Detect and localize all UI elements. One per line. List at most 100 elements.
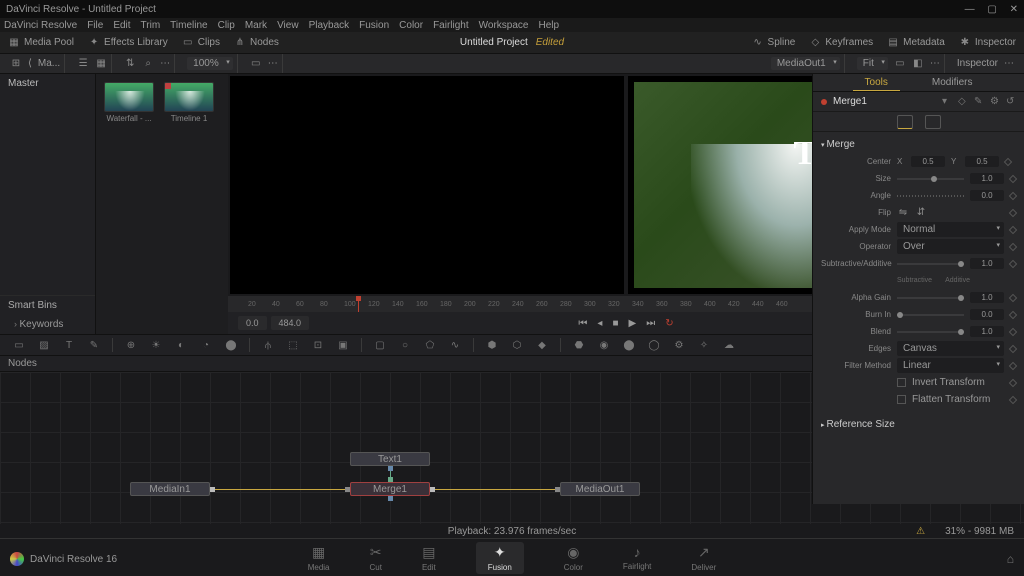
- background-tool-icon[interactable]: ▭: [12, 338, 26, 352]
- stop-icon[interactable]: ■: [612, 318, 618, 329]
- play-icon[interactable]: ▶: [628, 318, 636, 329]
- subadd-input[interactable]: 1.0: [970, 258, 1004, 269]
- tab-effects-library[interactable]: ✦Effects Library: [88, 37, 168, 49]
- menu-item[interactable]: Fairlight: [433, 20, 469, 31]
- home-icon[interactable]: ⌂: [1007, 552, 1014, 566]
- timecode-in[interactable]: 0.0: [238, 316, 267, 330]
- minimize-icon[interactable]: —: [965, 4, 975, 15]
- edges-dropdown[interactable]: Canvas: [897, 341, 1004, 356]
- prev-frame-icon[interactable]: ◂: [597, 318, 602, 329]
- maximize-icon[interactable]: ▢: [987, 4, 996, 15]
- fit-dropdown[interactable]: Fit: [857, 57, 888, 70]
- resize-tool-icon[interactable]: ⊡: [311, 338, 325, 352]
- controls-tab-icon[interactable]: [897, 115, 913, 129]
- polygon-mask-icon[interactable]: ⬠: [423, 338, 437, 352]
- tracker-tool-icon[interactable]: ⊕: [124, 338, 138, 352]
- lock-icon[interactable]: ✎: [974, 96, 984, 107]
- flip-v-icon[interactable]: ⇵: [915, 207, 927, 219]
- playhead[interactable]: [358, 296, 359, 312]
- page-fusion[interactable]: ✦Fusion: [476, 542, 524, 574]
- clip-thumbnail[interactable]: Waterfall - ...: [104, 82, 154, 123]
- settings-icon[interactable]: ⚙: [990, 96, 1000, 107]
- burn-input[interactable]: 0.0: [970, 309, 1004, 320]
- menu-item[interactable]: Edit: [113, 20, 130, 31]
- blur-tool-icon[interactable]: ⬤: [224, 338, 238, 352]
- size-input[interactable]: 1.0: [970, 173, 1004, 184]
- page-cut[interactable]: ✂Cut: [370, 544, 382, 572]
- matte-tool-icon[interactable]: ▣: [336, 338, 350, 352]
- timeline-thumbnail[interactable]: Timeline 1: [164, 82, 214, 123]
- color-tool-icon[interactable]: ◔: [199, 338, 213, 352]
- node-merge[interactable]: Merge1: [350, 482, 430, 496]
- viewer-options-icon[interactable]: ▭: [894, 58, 906, 70]
- first-frame-icon[interactable]: ⏮: [578, 318, 587, 329]
- page-fairlight[interactable]: ♪Fairlight: [623, 544, 651, 571]
- center-y-input[interactable]: 0.5: [965, 156, 999, 167]
- angle-input[interactable]: 0.0: [970, 190, 1004, 201]
- reset-icon[interactable]: ↺: [1006, 96, 1016, 107]
- pin-icon[interactable]: ◇: [958, 96, 968, 107]
- merge-section-header[interactable]: Merge: [813, 136, 1024, 153]
- blend-input[interactable]: 1.0: [970, 326, 1004, 337]
- page-media[interactable]: ▦Media: [308, 544, 330, 572]
- inspector-tab-tools[interactable]: Tools: [853, 75, 900, 91]
- bspline-mask-icon[interactable]: ∿: [448, 338, 462, 352]
- menu-item[interactable]: View: [277, 20, 299, 31]
- menu-item[interactable]: Timeline: [170, 20, 207, 31]
- brightness-tool-icon[interactable]: ☀: [149, 338, 163, 352]
- menu-item[interactable]: DaVinci Resolve: [4, 20, 77, 31]
- tab-inspector[interactable]: ✱Inspector: [959, 37, 1016, 49]
- versions-icon[interactable]: ▾: [942, 96, 952, 107]
- flatten-checkbox[interactable]: [897, 395, 906, 404]
- sort-icon[interactable]: ⇅: [124, 58, 136, 70]
- apply-mode-dropdown[interactable]: Normal: [897, 222, 1004, 237]
- warning-icon[interactable]: ⚠: [916, 526, 925, 537]
- master-bin[interactable]: Master: [0, 74, 95, 93]
- node-enable-toggle[interactable]: [821, 99, 827, 105]
- list-view-icon[interactable]: ☰: [77, 58, 89, 70]
- keyframe-icon[interactable]: [1004, 157, 1012, 165]
- rectangle-mask-icon[interactable]: ▢: [373, 338, 387, 352]
- angle-dial[interactable]: [897, 195, 964, 197]
- reference-size-header[interactable]: Reference Size: [813, 416, 1024, 433]
- transform-tool-icon[interactable]: ⬚: [286, 338, 300, 352]
- tab-keyframes[interactable]: ◇Keyframes: [809, 37, 873, 49]
- settings-tab-icon[interactable]: [925, 115, 941, 129]
- burn-slider[interactable]: [897, 314, 964, 316]
- filter-dropdown[interactable]: Linear: [897, 358, 1004, 373]
- node-mediain[interactable]: MediaIn1: [130, 482, 210, 496]
- tab-clips[interactable]: ▭Clips: [182, 37, 220, 49]
- search-icon[interactable]: ⌕: [142, 58, 154, 70]
- size-slider[interactable]: [897, 178, 964, 180]
- page-deliver[interactable]: ↗Deliver: [691, 544, 716, 572]
- view-icon[interactable]: ▭: [250, 58, 262, 70]
- text-tool-icon[interactable]: T: [62, 338, 76, 352]
- menu-item[interactable]: Playback: [309, 20, 350, 31]
- zoom-dropdown[interactable]: 100%: [187, 57, 233, 70]
- tab-metadata[interactable]: ▤Metadata: [887, 37, 945, 49]
- menu-item[interactable]: Help: [538, 20, 559, 31]
- inspector-tab-modifiers[interactable]: Modifiers: [920, 75, 985, 90]
- menu-item[interactable]: Fusion: [359, 20, 389, 31]
- merge-tool-icon[interactable]: ⫛: [261, 338, 275, 352]
- flip-h-icon[interactable]: ⇋: [897, 207, 909, 219]
- menu-item[interactable]: Workspace: [479, 20, 529, 31]
- center-x-input[interactable]: 0.5: [911, 156, 945, 167]
- node-mediaout[interactable]: MediaOut1: [560, 482, 640, 496]
- left-viewer[interactable]: [230, 76, 624, 294]
- 3d-tool-icon[interactable]: ⬢: [485, 338, 499, 352]
- timecode-duration[interactable]: 484.0: [271, 316, 310, 330]
- page-color[interactable]: ◉Color: [564, 544, 583, 572]
- paint-tool-icon[interactable]: ✎: [87, 338, 101, 352]
- tab-media-pool[interactable]: ▦Media Pool: [8, 37, 74, 49]
- invert-checkbox[interactable]: [897, 378, 906, 387]
- alpha-slider[interactable]: [897, 297, 964, 299]
- fastnoise-tool-icon[interactable]: ▨: [37, 338, 51, 352]
- tab-nodes[interactable]: ⋔Nodes: [234, 37, 279, 49]
- menu-item[interactable]: Clip: [218, 20, 235, 31]
- menu-item[interactable]: Mark: [245, 20, 267, 31]
- menu-item[interactable]: Trim: [141, 20, 161, 31]
- viewer-output-dropdown[interactable]: MediaOut1: [771, 57, 840, 70]
- channel-tool-icon[interactable]: ◐: [174, 338, 188, 352]
- tab-spline[interactable]: ∿Spline: [752, 37, 796, 49]
